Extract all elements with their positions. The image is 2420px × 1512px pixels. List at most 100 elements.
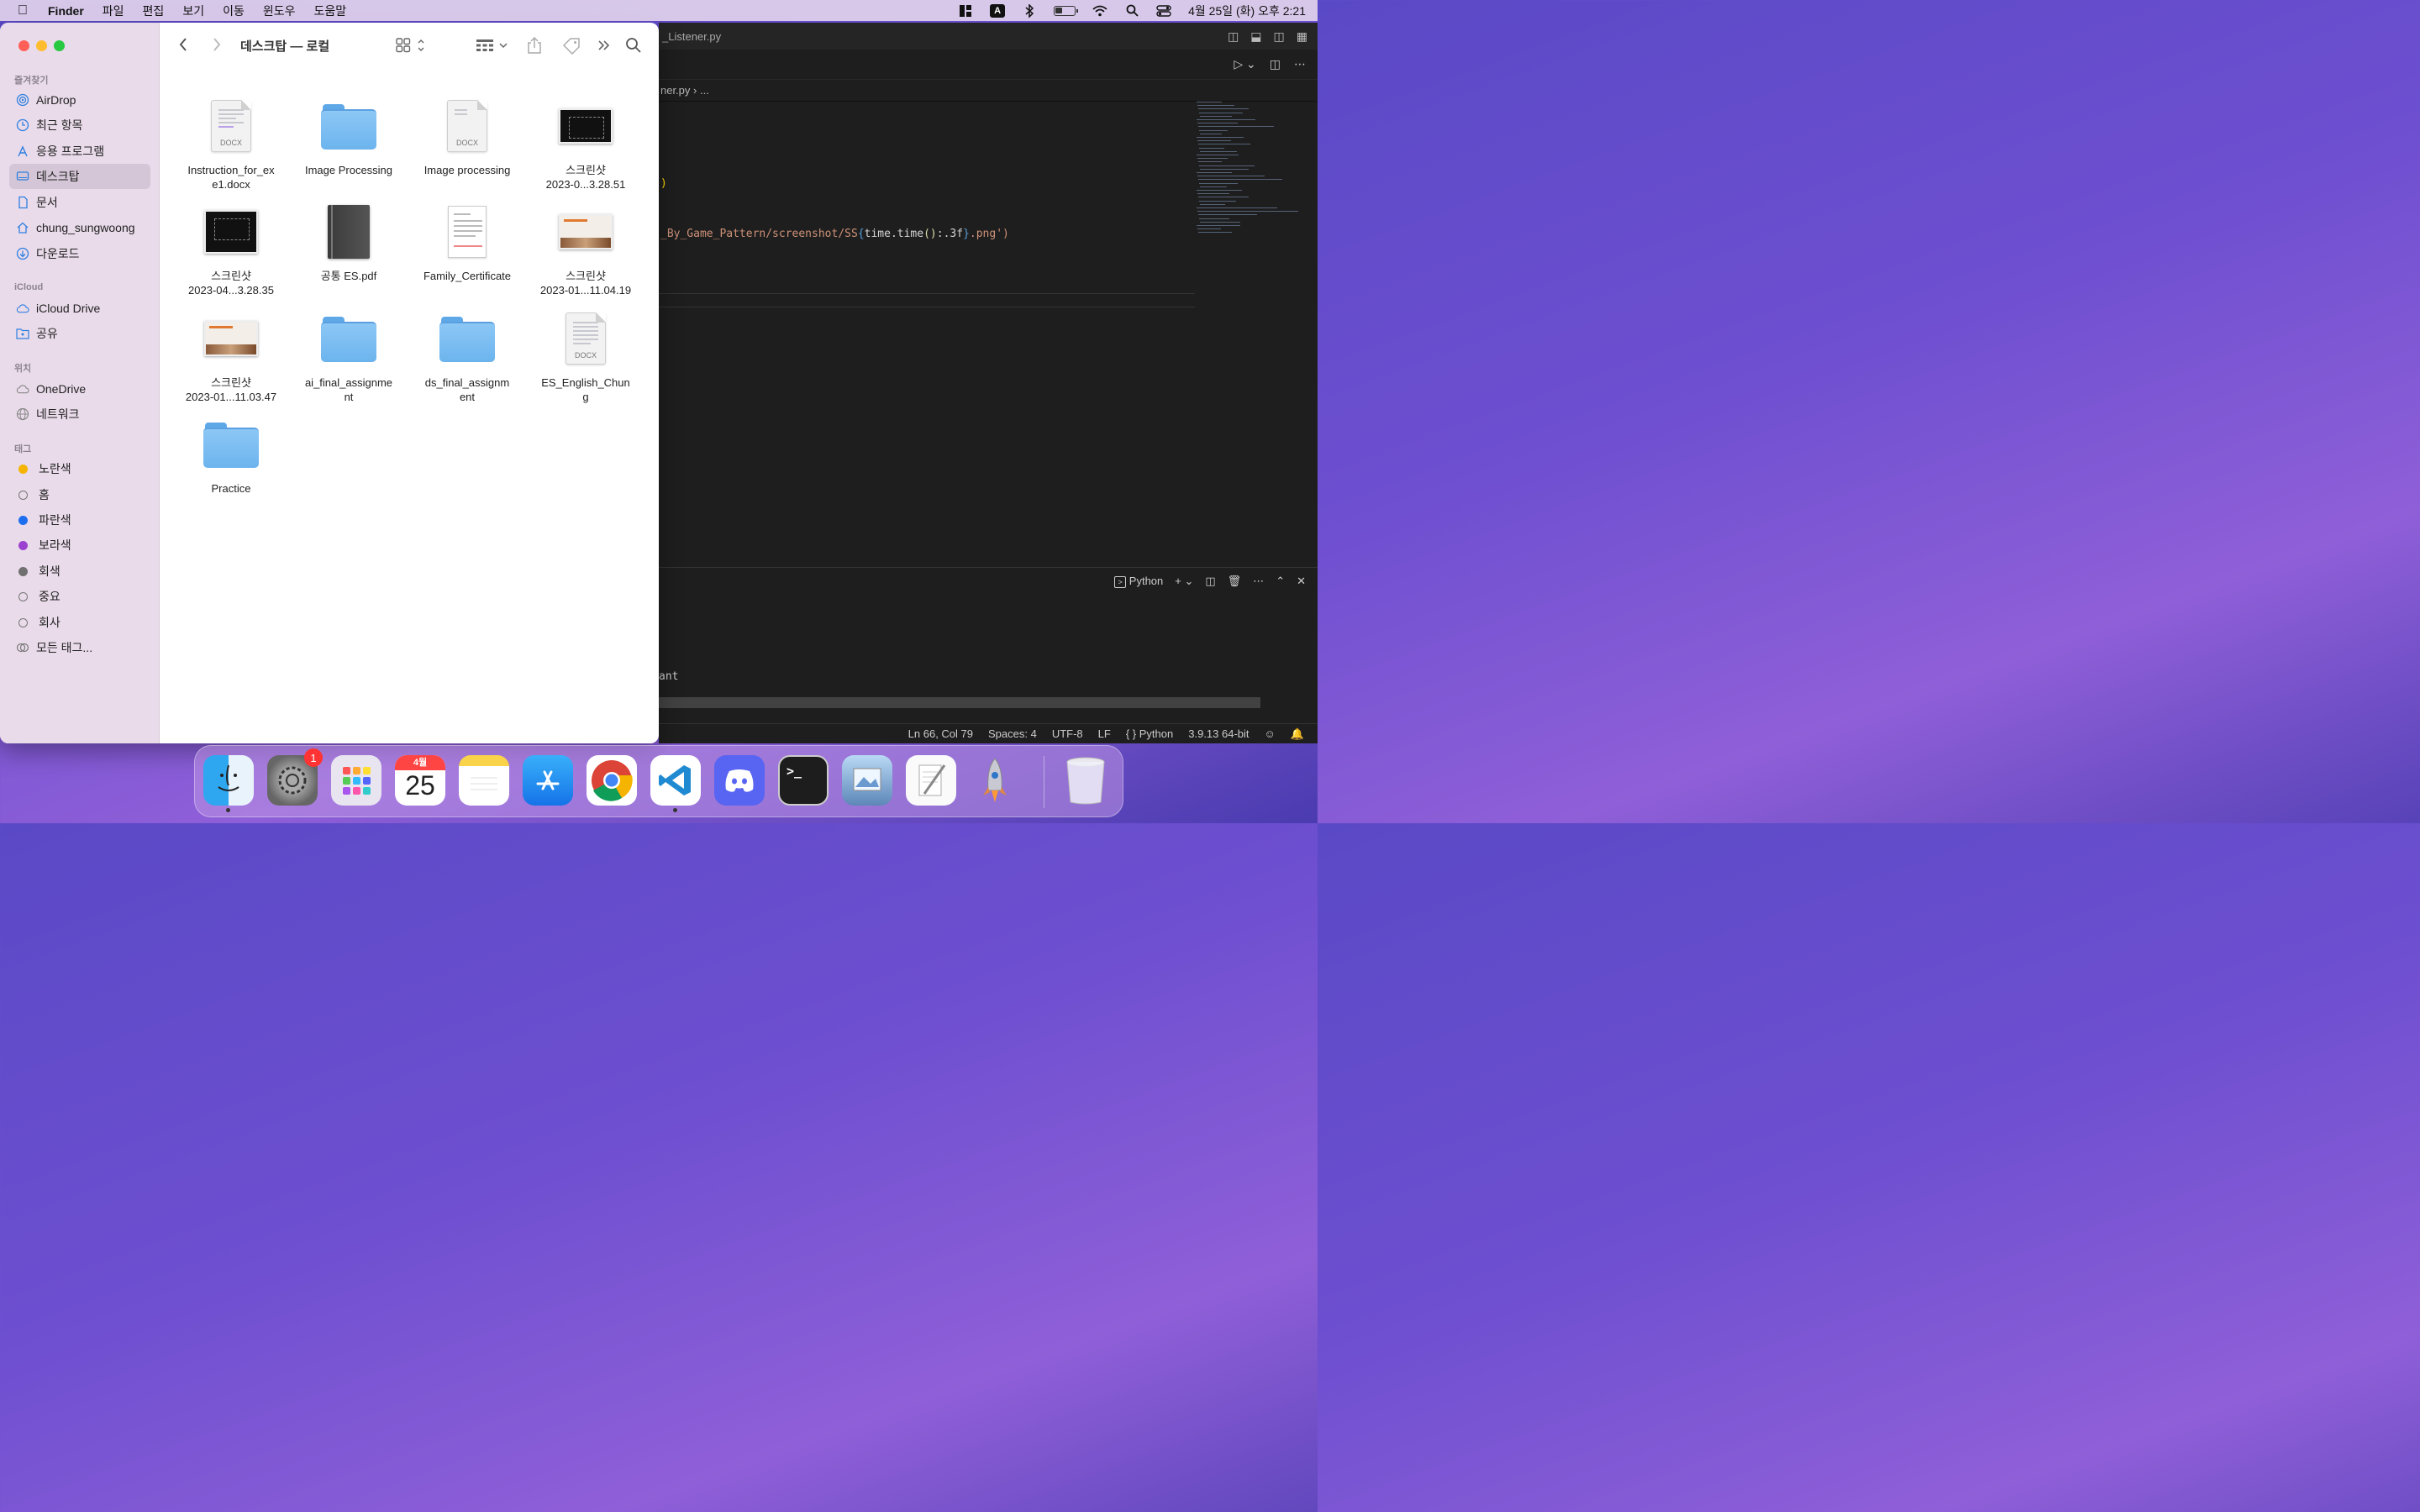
menu-edit[interactable]: 편집 — [134, 3, 174, 19]
file-item-practice-folder[interactable]: Practice — [172, 411, 290, 496]
sidebar-item-shared[interactable]: 공유 — [9, 321, 150, 346]
status-encoding[interactable]: UTF-8 — [1052, 727, 1083, 740]
forward-button[interactable] — [212, 37, 222, 52]
view-mode-icon-button[interactable] — [396, 38, 424, 53]
back-button[interactable] — [178, 37, 188, 52]
apple-menu-icon[interactable]:  — [7, 3, 39, 18]
kill-terminal-icon[interactable]: 🗑 — [1228, 575, 1242, 588]
code-line-paren[interactable]: ) — [660, 177, 667, 190]
feedback-icon[interactable]: ☺ — [1265, 727, 1276, 740]
discord-icon[interactable] — [714, 755, 765, 806]
trash-icon[interactable] — [1060, 755, 1111, 806]
terminal-python-tab[interactable]: > Python — [1114, 575, 1163, 588]
breadcrumb-symbol[interactable]: ... — [700, 84, 709, 97]
more-actions-icon[interactable]: ⋯ — [1253, 575, 1264, 588]
bluetooth-icon[interactable] — [1022, 3, 1037, 18]
code-line-screenshot-path[interactable]: _By_Game_Pattern/screenshot/SS{time.time… — [660, 228, 1009, 240]
file-item-ds-final-assignment[interactable]: ds_final_assignm ent — [408, 305, 526, 404]
more-toolbar-icon[interactable] — [597, 39, 611, 52]
customize-layout-icon[interactable]: ▦ — [1297, 29, 1307, 44]
app-store-icon[interactable] — [523, 755, 573, 806]
split-editor-icon[interactable]: ◫ — [1270, 57, 1281, 71]
file-item-screenshot-4[interactable]: 스크린샷 2023-01...11.03.47 — [172, 305, 290, 404]
sidebar-item-applications[interactable]: 응용 프로그램 — [9, 139, 150, 164]
sidebar-item-onedrive[interactable]: OneDrive — [9, 376, 150, 402]
launchpad-icon[interactable] — [331, 755, 381, 806]
sidebar-item-downloads[interactable]: 다운로드 — [9, 241, 150, 266]
sidebar-tag-purple[interactable]: 보라색 — [9, 533, 150, 558]
window-layout-icon[interactable] — [958, 4, 973, 18]
status-interpreter[interactable]: 3.9.13 64-bit — [1188, 727, 1249, 740]
menu-window[interactable]: 윈도우 — [254, 3, 305, 19]
spotlight-search-icon[interactable] — [1124, 4, 1139, 18]
notifications-bell-icon[interactable]: 🔔 — [1291, 727, 1304, 741]
zoom-window-button[interactable] — [54, 40, 65, 51]
notes-icon[interactable] — [459, 755, 509, 806]
sidebar-item-icloud-drive[interactable]: iCloud Drive — [9, 296, 150, 321]
code-editor[interactable]: ) _By_Game_Pattern/screenshot/SS{time.ti… — [659, 102, 1197, 566]
terminal-icon[interactable]: >_ — [778, 755, 829, 806]
terminal-scrollbar[interactable] — [659, 697, 1260, 708]
preview-icon[interactable] — [842, 755, 892, 806]
minimize-window-button[interactable] — [36, 40, 47, 51]
search-icon[interactable] — [625, 37, 641, 53]
close-panel-icon[interactable]: ✕ — [1297, 575, 1306, 588]
menu-go[interactable]: 이동 — [213, 3, 254, 19]
split-terminal-icon[interactable]: ◫ — [1205, 575, 1215, 588]
group-by-button[interactable] — [476, 38, 509, 53]
status-language[interactable]: { } Python — [1126, 727, 1173, 740]
file-item-image-processing-docx[interactable]: DOCX Image processing — [408, 92, 526, 177]
new-terminal-icon[interactable]: + ⌄ — [1175, 575, 1193, 588]
sidebar-item-documents[interactable]: 문서 — [9, 190, 150, 215]
sidebar-item-recents[interactable]: 최근 항목 — [9, 113, 150, 138]
terminal-output[interactable]: ant — [659, 670, 678, 683]
share-icon[interactable] — [527, 36, 542, 55]
more-actions-icon[interactable]: ⋯ — [1294, 57, 1306, 71]
breadcrumb-file[interactable]: ner.py — [660, 84, 690, 97]
file-item-screenshot-2[interactable]: 스크린샷 2023-04...3.28.35 — [172, 198, 290, 297]
sidebar-tag-important[interactable]: 중요 — [9, 584, 150, 609]
menu-view[interactable]: 보기 — [173, 3, 213, 19]
sidebar-tag-home[interactable]: 홈 — [9, 482, 150, 507]
status-indentation[interactable]: Spaces: 4 — [988, 727, 1037, 740]
sidebar-tag-gray[interactable]: 회색 — [9, 559, 150, 584]
finder-icon[interactable] — [203, 755, 254, 812]
input-source-indicator[interactable]: A — [990, 3, 1006, 18]
sidebar-item-airdrop[interactable]: AirDrop — [9, 87, 150, 113]
calendar-icon[interactable]: 4월 25 — [395, 755, 445, 806]
menu-bar-clock[interactable]: 4월 25일 (화) 오후 2:21 — [1188, 3, 1306, 19]
file-item-screenshot-1[interactable]: 스크린샷 2023-0...3.28.51 — [527, 92, 644, 192]
status-cursor-position[interactable]: Ln 66, Col 79 — [908, 727, 973, 740]
file-item-ai-final-assignment[interactable]: ai_final_assignme nt — [290, 305, 408, 404]
file-item-family-certificate[interactable]: Family_Certificate — [408, 198, 526, 283]
sidebar-item-desktop[interactable]: 데스크탑 — [9, 164, 150, 189]
tag-icon[interactable] — [562, 37, 581, 55]
menu-app-finder[interactable]: Finder — [39, 4, 93, 18]
sidebar-item-network[interactable]: 네트워크 — [9, 402, 150, 427]
file-item-es-english-chung[interactable]: DOCX ES_English_Chun g — [527, 305, 644, 404]
wifi-icon[interactable] — [1092, 4, 1107, 18]
control-center-icon[interactable] — [1156, 4, 1171, 18]
sidebar-tag-yellow[interactable]: 노란색 — [9, 456, 150, 481]
vscode-icon[interactable] — [650, 755, 701, 812]
file-item-instruction-docx[interactable]: DOCX Instruction_for_ex e1.docx — [172, 92, 290, 192]
file-item-screenshot-3[interactable]: 스크린샷 2023-01...11.04.19 — [527, 198, 644, 297]
minimap[interactable] — [1197, 102, 1306, 244]
maximize-panel-icon[interactable]: ⌃ — [1276, 575, 1285, 588]
chrome-icon[interactable] — [587, 755, 637, 806]
menu-help[interactable]: 도움말 — [304, 3, 355, 19]
file-item-image-processing-folder[interactable]: Image Processing — [290, 92, 408, 177]
sidebar-item-home[interactable]: chung_sungwoong — [9, 215, 150, 240]
menu-file[interactable]: 파일 — [93, 3, 134, 19]
run-python-file-icon[interactable]: ▷ ⌄ — [1234, 57, 1255, 71]
file-item-es-pdf[interactable]: 공통 ES.pdf — [290, 198, 408, 283]
system-settings-icon[interactable]: 1 — [267, 748, 323, 806]
toggle-secondary-sidebar-icon[interactable]: ◫ — [1274, 29, 1285, 44]
close-window-button[interactable] — [18, 40, 29, 51]
battery-icon[interactable] — [1054, 5, 1079, 16]
sidebar-tag-work[interactable]: 회사 — [9, 610, 150, 635]
toggle-primary-sidebar-icon[interactable]: ◫ — [1228, 29, 1239, 44]
sidebar-tag-all-tags[interactable]: 모든 태그... — [9, 635, 150, 660]
rocket-icon[interactable] — [970, 755, 1020, 806]
textedit-icon[interactable] — [906, 755, 956, 806]
